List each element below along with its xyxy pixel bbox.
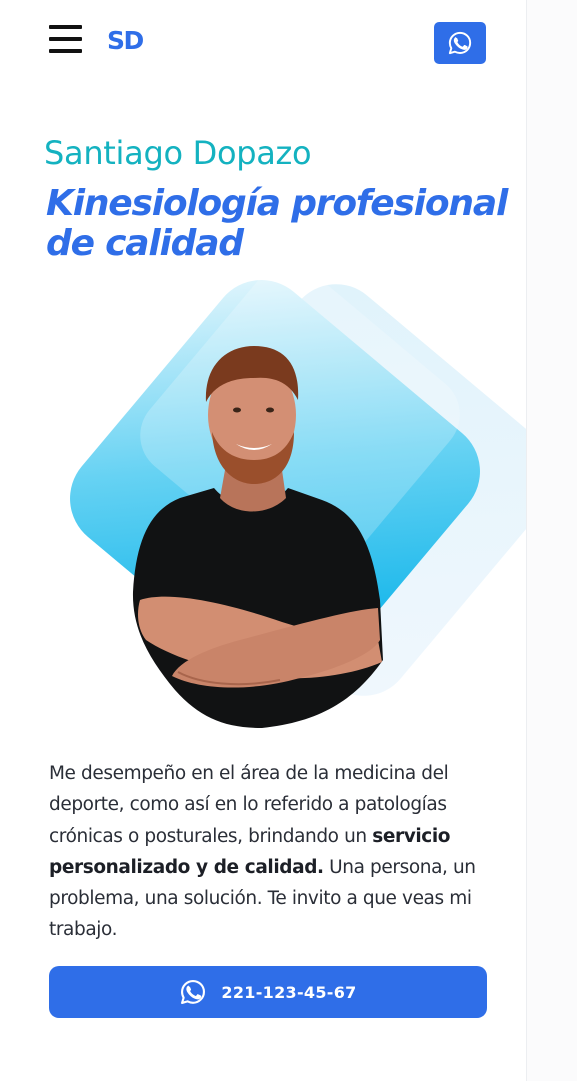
page-tagline: Kinesiología profesional de calidad <box>46 183 508 264</box>
whatsapp-phone-button[interactable]: 221-123-45-67 <box>49 966 487 1018</box>
person-name: Santiago Dopazo <box>44 134 312 172</box>
hamburger-menu-icon[interactable] <box>49 25 82 53</box>
description-text: Me desempeño en el área de la medicina d… <box>49 758 489 946</box>
hero-illustration <box>70 270 526 728</box>
whatsapp-header-button[interactable] <box>434 22 486 64</box>
page-gutter <box>526 0 577 1081</box>
whatsapp-icon <box>179 978 207 1006</box>
site-logo[interactable]: SD <box>107 26 144 56</box>
whatsapp-icon <box>448 31 472 55</box>
page: SD Santiago Dopazo Kinesiología profesio… <box>0 0 526 1081</box>
phone-number: 221-123-45-67 <box>221 982 357 1002</box>
